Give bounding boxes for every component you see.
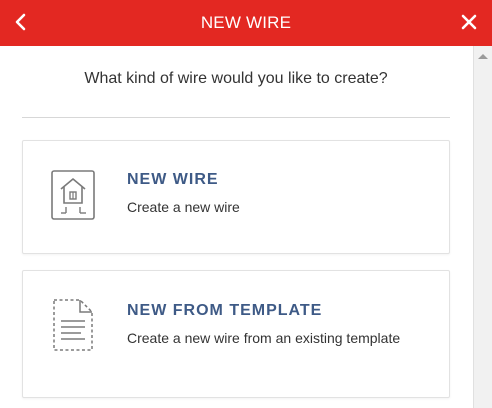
template-document-icon bbox=[53, 299, 93, 351]
close-button[interactable] bbox=[454, 7, 484, 37]
scrollbar[interactable] bbox=[473, 46, 492, 408]
divider bbox=[22, 117, 450, 118]
option-description: Create a new wire from an existing templ… bbox=[127, 330, 401, 346]
new-wire-option[interactable]: NEW WIRE Create a new wire bbox=[22, 140, 450, 254]
dialog-header: NEW WIRE bbox=[0, 0, 492, 46]
scroll-up-arrow-icon[interactable] bbox=[478, 54, 488, 59]
option-title: NEW WIRE bbox=[127, 171, 219, 188]
prompt-text: What kind of wire would you like to crea… bbox=[84, 70, 388, 87]
house-document-icon bbox=[51, 170, 95, 220]
option-title: NEW FROM TEMPLATE bbox=[127, 302, 323, 319]
new-from-template-option[interactable]: NEW FROM TEMPLATE Create a new wire from… bbox=[22, 270, 450, 398]
close-icon bbox=[461, 14, 477, 30]
dialog-title: NEW WIRE bbox=[200, 13, 292, 32]
option-description: Create a new wire bbox=[127, 199, 240, 215]
